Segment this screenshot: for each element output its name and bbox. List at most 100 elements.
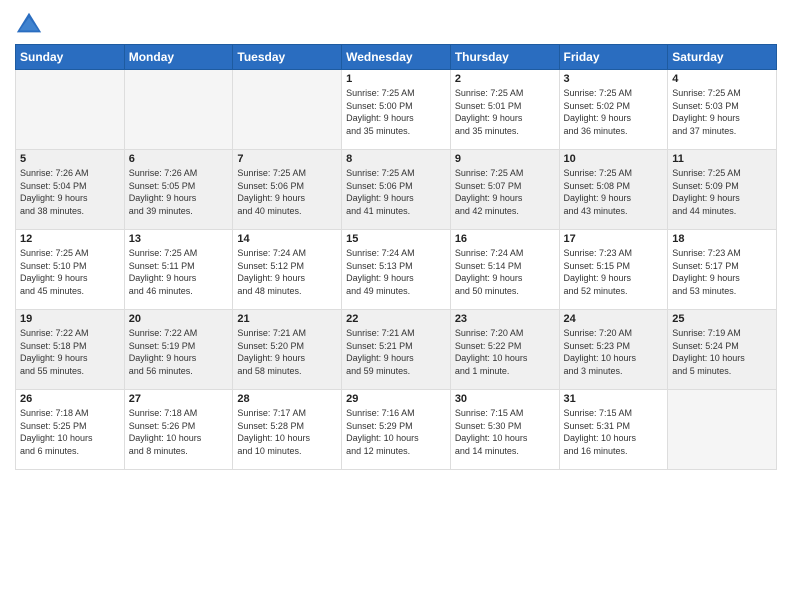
calendar-cell: 26Sunrise: 7:18 AM Sunset: 5:25 PM Dayli… (16, 390, 125, 470)
calendar-cell: 12 Sunrise: 7:25 AM Sunset: 5:10 PM Dayli… (16, 230, 125, 310)
calendar-cell: 15 Sunrise: 7:24 AM Sunset: 5:13 PM Dayli… (342, 230, 451, 310)
day-number: 14 (237, 233, 337, 245)
day-number: 27 (129, 393, 229, 405)
calendar-week-row: 26Sunrise: 7:18 AM Sunset: 5:25 PM Dayli… (16, 390, 777, 470)
day-info: Sunrise: 7:25 AM Sunset: 5:08 PM Dayligh… (564, 167, 664, 217)
day-number: 29 (346, 393, 446, 405)
day-number: 25 (672, 313, 772, 325)
calendar-cell: 19 Sunrise: 7:22 AM Sunset: 5:18 PM Dayli… (16, 310, 125, 390)
day-number: 11 (672, 153, 772, 165)
calendar-cell: 11 Sunrise: 7:25 AM Sunset: 5:09 PM Dayli… (668, 150, 777, 230)
calendar-cell: 17Sunrise: 7:23 AM Sunset: 5:15 PM Dayli… (559, 230, 668, 310)
day-number: 21 (237, 313, 337, 325)
logo-icon (15, 10, 43, 38)
calendar-cell: 27 Sunrise: 7:18 AM Sunset: 5:26 PM Dayli… (124, 390, 233, 470)
header (15, 10, 777, 38)
day-info: Sunrise: 7:25 AM Sunset: 5:03 PM Dayligh… (672, 87, 772, 137)
day-info: Sunrise: 7:25 AM Sunset: 5:06 PM Dayligh… (237, 167, 337, 217)
day-number: 17 (564, 233, 664, 245)
day-info: Sunrise: 7:25 AM Sunset: 5:07 PM Dayligh… (455, 167, 555, 217)
calendar-cell: 2 Sunrise: 7:25 AM Sunset: 5:01 PM Daylig… (450, 70, 559, 150)
day-number: 18 (672, 233, 772, 245)
day-number: 2 (455, 73, 555, 85)
day-info: Sunrise: 7:17 AM Sunset: 5:28 PM Dayligh… (237, 407, 337, 457)
day-info: Sunrise: 7:15 AM Sunset: 5:31 PM Dayligh… (564, 407, 664, 457)
day-number: 4 (672, 73, 772, 85)
calendar-cell: 28 Sunrise: 7:17 AM Sunset: 5:28 PM Dayli… (233, 390, 342, 470)
day-number: 12 (20, 233, 120, 245)
day-info: Sunrise: 7:24 AM Sunset: 5:12 PM Dayligh… (237, 247, 337, 297)
calendar-cell: 3 Sunrise: 7:25 AM Sunset: 5:02 PM Daylig… (559, 70, 668, 150)
calendar-cell: 13 Sunrise: 7:25 AM Sunset: 5:11 PM Dayli… (124, 230, 233, 310)
calendar-cell: 16Sunrise: 7:24 AM Sunset: 5:14 PM Dayli… (450, 230, 559, 310)
day-info: Sunrise: 7:24 AM Sunset: 5:13 PM Dayligh… (346, 247, 446, 297)
calendar-cell (124, 70, 233, 150)
calendar-cell: 5 Sunrise: 7:26 AM Sunset: 5:04 PM Daylig… (16, 150, 125, 230)
weekday-header-friday: Friday (559, 45, 668, 70)
day-number: 23 (455, 313, 555, 325)
calendar-cell (16, 70, 125, 150)
calendar-cell: 31Sunrise: 7:15 AM Sunset: 5:31 PM Dayli… (559, 390, 668, 470)
calendar-cell: 7 Sunrise: 7:25 AM Sunset: 5:06 PM Daylig… (233, 150, 342, 230)
day-number: 19 (20, 313, 120, 325)
day-info: Sunrise: 7:25 AM Sunset: 5:01 PM Dayligh… (455, 87, 555, 137)
day-number: 30 (455, 393, 555, 405)
calendar-cell: 30 Sunrise: 7:15 AM Sunset: 5:30 PM Dayli… (450, 390, 559, 470)
calendar-cell: 22 Sunrise: 7:21 AM Sunset: 5:21 PM Dayli… (342, 310, 451, 390)
day-info: Sunrise: 7:15 AM Sunset: 5:30 PM Dayligh… (455, 407, 555, 457)
day-number: 24 (564, 313, 664, 325)
day-info: Sunrise: 7:26 AM Sunset: 5:04 PM Dayligh… (20, 167, 120, 217)
day-info: Sunrise: 7:25 AM Sunset: 5:11 PM Dayligh… (129, 247, 229, 297)
calendar-cell: 4 Sunrise: 7:25 AM Sunset: 5:03 PM Daylig… (668, 70, 777, 150)
weekday-header-saturday: Saturday (668, 45, 777, 70)
day-info: Sunrise: 7:25 AM Sunset: 5:10 PM Dayligh… (20, 247, 120, 297)
calendar-cell: 29 Sunrise: 7:16 AM Sunset: 5:29 PM Dayli… (342, 390, 451, 470)
day-info: Sunrise: 7:25 AM Sunset: 5:02 PM Dayligh… (564, 87, 664, 137)
day-info: Sunrise: 7:22 AM Sunset: 5:19 PM Dayligh… (129, 327, 229, 377)
day-info: Sunrise: 7:21 AM Sunset: 5:20 PM Dayligh… (237, 327, 337, 377)
day-number: 7 (237, 153, 337, 165)
day-info: Sunrise: 7:24 AM Sunset: 5:14 PM Dayligh… (455, 247, 555, 297)
day-number: 15 (346, 233, 446, 245)
calendar-cell (233, 70, 342, 150)
day-info: Sunrise: 7:26 AM Sunset: 5:05 PM Dayligh… (129, 167, 229, 217)
day-number: 20 (129, 313, 229, 325)
calendar-cell: 14 Sunrise: 7:24 AM Sunset: 5:12 PM Dayli… (233, 230, 342, 310)
calendar-cell: 24 Sunrise: 7:20 AM Sunset: 5:23 PM Dayli… (559, 310, 668, 390)
day-info: Sunrise: 7:21 AM Sunset: 5:21 PM Dayligh… (346, 327, 446, 377)
calendar-cell: 18 Sunrise: 7:23 AM Sunset: 5:17 PM Dayli… (668, 230, 777, 310)
logo (15, 10, 47, 38)
day-info: Sunrise: 7:23 AM Sunset: 5:17 PM Dayligh… (672, 247, 772, 297)
page: SundayMondayTuesdayWednesdayThursdayFrid… (0, 0, 792, 612)
calendar-week-row: 1 Sunrise: 7:25 AM Sunset: 5:00 PM Daylig… (16, 70, 777, 150)
day-info: Sunrise: 7:20 AM Sunset: 5:23 PM Dayligh… (564, 327, 664, 377)
day-number: 3 (564, 73, 664, 85)
day-info: Sunrise: 7:18 AM Sunset: 5:26 PM Dayligh… (129, 407, 229, 457)
calendar-week-row: 5 Sunrise: 7:26 AM Sunset: 5:04 PM Daylig… (16, 150, 777, 230)
weekday-header-tuesday: Tuesday (233, 45, 342, 70)
calendar-cell: 20 Sunrise: 7:22 AM Sunset: 5:19 PM Dayli… (124, 310, 233, 390)
weekday-header-thursday: Thursday (450, 45, 559, 70)
calendar-cell: 1 Sunrise: 7:25 AM Sunset: 5:00 PM Daylig… (342, 70, 451, 150)
weekday-header-row: SundayMondayTuesdayWednesdayThursdayFrid… (16, 45, 777, 70)
day-info: Sunrise: 7:16 AM Sunset: 5:29 PM Dayligh… (346, 407, 446, 457)
day-number: 28 (237, 393, 337, 405)
weekday-header-monday: Monday (124, 45, 233, 70)
day-number: 26 (20, 393, 120, 405)
day-number: 22 (346, 313, 446, 325)
day-info: Sunrise: 7:22 AM Sunset: 5:18 PM Dayligh… (20, 327, 120, 377)
calendar-week-row: 19 Sunrise: 7:22 AM Sunset: 5:18 PM Dayli… (16, 310, 777, 390)
day-info: Sunrise: 7:25 AM Sunset: 5:09 PM Dayligh… (672, 167, 772, 217)
day-info: Sunrise: 7:20 AM Sunset: 5:22 PM Dayligh… (455, 327, 555, 377)
day-number: 13 (129, 233, 229, 245)
calendar-cell (668, 390, 777, 470)
day-number: 5 (20, 153, 120, 165)
day-number: 10 (564, 153, 664, 165)
calendar-cell: 10 Sunrise: 7:25 AM Sunset: 5:08 PM Dayli… (559, 150, 668, 230)
calendar-cell: 9Sunrise: 7:25 AM Sunset: 5:07 PM Daylig… (450, 150, 559, 230)
day-info: Sunrise: 7:25 AM Sunset: 5:00 PM Dayligh… (346, 87, 446, 137)
day-number: 1 (346, 73, 446, 85)
calendar-cell: 6Sunrise: 7:26 AM Sunset: 5:05 PM Daylig… (124, 150, 233, 230)
day-info: Sunrise: 7:25 AM Sunset: 5:06 PM Dayligh… (346, 167, 446, 217)
weekday-header-wednesday: Wednesday (342, 45, 451, 70)
